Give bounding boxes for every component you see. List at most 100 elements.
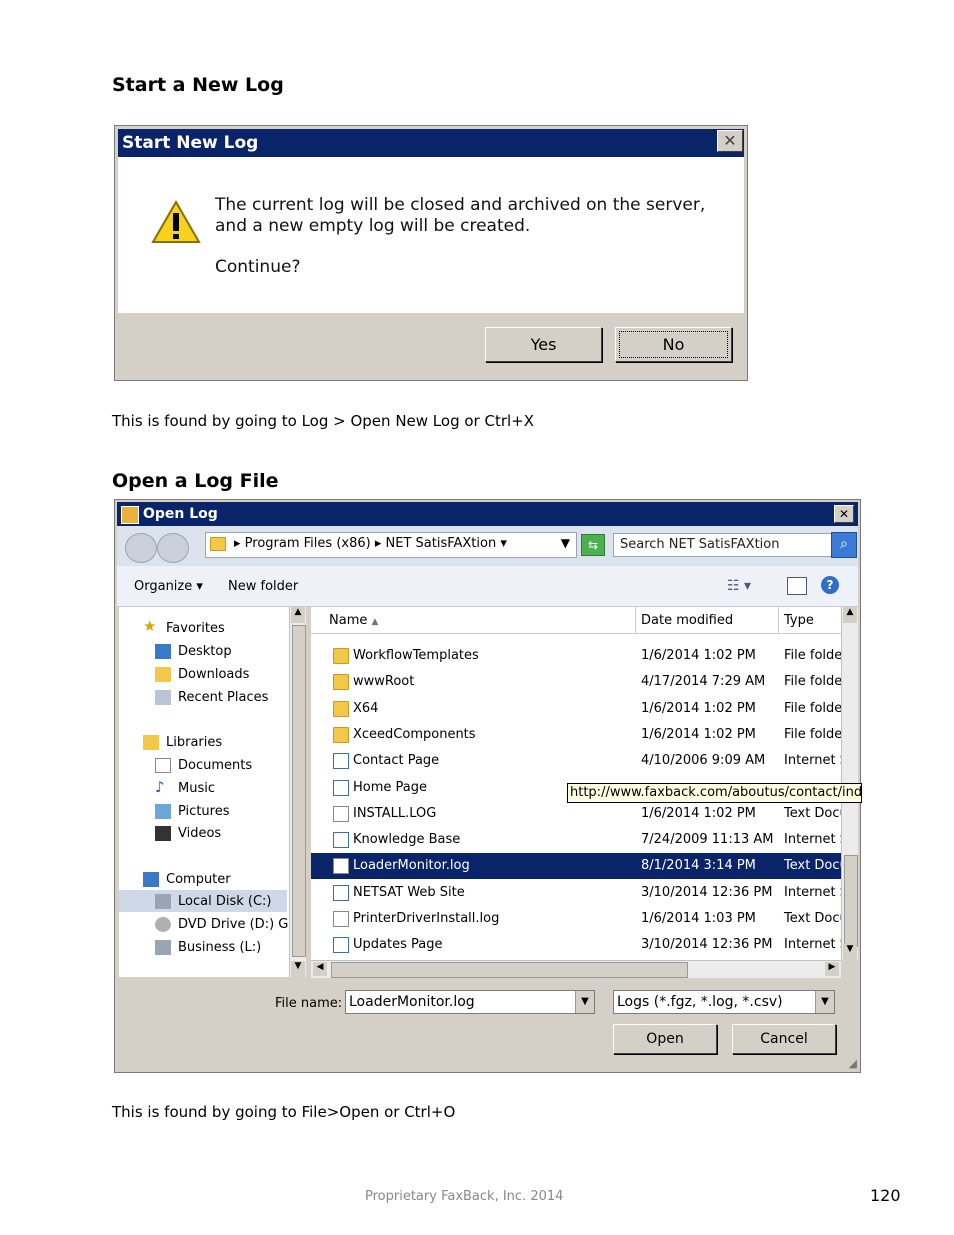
column-date[interactable]: Date modified	[641, 613, 733, 628]
column-divider[interactable]	[778, 607, 779, 633]
file-type: Internet Shortcut	[784, 832, 841, 848]
file-row[interactable]: PrinterDriverInstall.log 1/6/2014 1:03 PM…	[311, 906, 841, 932]
forward-button[interactable]	[157, 533, 189, 563]
file-type-select[interactable]: Logs (*.fgz, *.log, *.csv) ▼	[613, 990, 835, 1014]
file-name: Knowledge Base	[353, 832, 461, 848]
start-new-log-dialog: Start New Log ✕ The current log will be …	[114, 125, 748, 381]
file-row[interactable]: XceedComponents 1/6/2014 1:02 PM File fold…	[311, 722, 841, 748]
nav-computer[interactable]: Computer	[166, 872, 231, 887]
resize-grip-icon[interactable]: ◢	[849, 1057, 857, 1070]
file-row[interactable]: Knowledge Base 7/24/2009 11:13 AM Internet…	[311, 827, 841, 853]
scroll-down-arrow[interactable]: ▼	[291, 961, 305, 977]
scroll-thumb[interactable]	[844, 855, 858, 947]
column-divider[interactable]	[635, 607, 636, 633]
app-icon	[121, 506, 139, 524]
file-row[interactable]: NETSAT Web Site 3/10/2014 12:36 PM Interne…	[311, 880, 841, 906]
cancel-button[interactable]: Cancel	[732, 1024, 836, 1054]
file-name: Contact Page	[353, 753, 440, 769]
scroll-down-arrow[interactable]: ▼	[843, 944, 857, 960]
breadcrumb-segment[interactable]: NET SatisFAXtion	[386, 536, 497, 551]
scroll-thumb[interactable]	[292, 625, 306, 957]
nav-recent-places[interactable]: Recent Places	[178, 690, 268, 705]
nav-desktop[interactable]: Desktop	[178, 644, 232, 659]
file-row[interactable]: X64 1/6/2014 1:02 PM File folder	[311, 696, 841, 722]
chevron-down-icon[interactable]: ▼	[561, 536, 570, 550]
file-date: 4/10/2006 9:09 AM	[641, 753, 766, 769]
filename-label: File name:	[275, 996, 343, 1011]
nav-libraries[interactable]: Libraries	[166, 735, 222, 750]
new-folder-button[interactable]: New folder	[228, 579, 298, 594]
scroll-up-arrow[interactable]: ▲	[843, 607, 857, 623]
organize-button[interactable]: Organize ▾	[134, 579, 203, 594]
nav-documents[interactable]: Documents	[178, 758, 252, 773]
caption-start-new-log: This is found by going to Log > Open New…	[112, 412, 535, 430]
nav-dvd-drive[interactable]: DVD Drive (D:) GRN	[178, 917, 288, 932]
search-input[interactable]: Search NET SatisFAXtion	[613, 533, 835, 557]
file-type: Internet Shortcut	[784, 937, 841, 953]
file-row[interactable]: INSTALL.LOG 1/6/2014 1:02 PM Text Document	[311, 801, 841, 827]
file-date: 8/1/2014 3:14 PM	[641, 858, 756, 874]
file-date: 3/10/2014 12:36 PM	[641, 884, 773, 900]
filename-input[interactable]: LoaderMonitor.log ▼	[345, 990, 595, 1014]
scroll-thumb[interactable]	[331, 962, 688, 978]
close-icon[interactable]: ✕	[717, 130, 743, 152]
file-name: XceedComponents	[353, 726, 476, 742]
file-name: wwwRoot	[353, 674, 415, 690]
nav-videos[interactable]: Videos	[178, 826, 221, 841]
chevron-down-icon[interactable]: ▼	[575, 991, 594, 1013]
chevron-down-icon[interactable]: ▼	[815, 991, 834, 1013]
file-row[interactable]: Updates Page 3/10/2014 12:36 PM Internet S…	[311, 932, 841, 958]
breadcrumb[interactable]: ▸ Program Files (x86) ▸ NET SatisFAXtion…	[205, 532, 577, 558]
dialog-title: Start New Log	[118, 129, 744, 157]
view-options-icon[interactable]: ☷ ▾	[727, 578, 751, 594]
nav-scrollbar[interactable]: ▲ ▼	[289, 607, 306, 977]
column-headers: Name ▲ Date modified Type	[311, 607, 841, 634]
dialog-title: Open Log ✕	[117, 502, 858, 526]
file-name: NETSAT Web Site	[353, 884, 465, 900]
text-file-icon	[333, 911, 349, 927]
internet-shortcut-icon	[333, 779, 349, 796]
nav-favorites[interactable]: Favorites	[166, 621, 225, 636]
folder-icon	[333, 674, 349, 691]
address-bar: ▸ Program Files (x86) ▸ NET SatisFAXtion…	[117, 526, 858, 566]
file-row[interactable]: wwwRoot 4/17/2014 7:29 AM File folder	[311, 669, 841, 695]
help-icon[interactable]: ?	[821, 576, 839, 594]
preview-pane-icon[interactable]	[787, 577, 807, 595]
column-type[interactable]: Type	[784, 613, 814, 628]
yes-button[interactable]: Yes	[485, 327, 602, 362]
nav-music[interactable]: Music	[178, 781, 215, 796]
nav-business-drive[interactable]: Business (L:)	[178, 940, 261, 955]
nav-downloads[interactable]: Downloads	[178, 667, 249, 682]
file-date: 1/6/2014 1:02 PM	[641, 700, 756, 716]
open-button[interactable]: Open	[613, 1024, 717, 1054]
file-type: File folder	[784, 674, 841, 690]
nav-pictures[interactable]: Pictures	[178, 804, 229, 819]
back-button[interactable]	[125, 533, 157, 563]
close-icon[interactable]: ✕	[834, 505, 854, 523]
search-icon[interactable]: ⌕	[831, 532, 857, 558]
dialog-message: The current log will be closed and archi…	[215, 195, 706, 236]
file-type-value: Logs (*.fgz, *.log, *.csv)	[617, 994, 783, 1010]
file-type: File folder	[784, 700, 841, 716]
file-row[interactable]: Contact Page 4/10/2006 9:09 AM Internet Sh…	[311, 748, 841, 774]
caption-open-log-file: This is found by going to File>Open or C…	[112, 1103, 456, 1121]
file-row[interactable]: LoaderMonitor.log 8/1/2014 3:14 PM Text Do…	[311, 853, 841, 880]
breadcrumb-segment[interactable]: Program Files (x86)	[245, 536, 371, 551]
file-date: 1/6/2014 1:02 PM	[641, 648, 756, 663]
scroll-left-arrow[interactable]: ◀	[313, 962, 327, 976]
local-disk-icon	[155, 894, 171, 909]
file-type: Text Document	[784, 911, 841, 926]
file-type: Internet Shortcut	[784, 884, 841, 900]
pictures-icon	[155, 804, 171, 819]
horizontal-scrollbar[interactable]: ◀ ▶	[311, 960, 841, 978]
scroll-right-arrow[interactable]: ▶	[825, 962, 839, 976]
libraries-icon	[143, 735, 159, 750]
file-row[interactable]: WorkflowTemplates 1/6/2014 1:02 PM File fo…	[311, 643, 841, 669]
nav-local-disk[interactable]: Local Disk (C:)	[178, 894, 271, 909]
column-name[interactable]: Name ▲	[329, 613, 378, 628]
scroll-up-arrow[interactable]: ▲	[291, 607, 305, 623]
refresh-icon[interactable]: ⇆	[581, 534, 605, 556]
no-button[interactable]: No	[615, 327, 732, 362]
file-date: 1/6/2014 1:03 PM	[641, 911, 756, 926]
file-type: Internet Shortcut	[784, 753, 841, 769]
